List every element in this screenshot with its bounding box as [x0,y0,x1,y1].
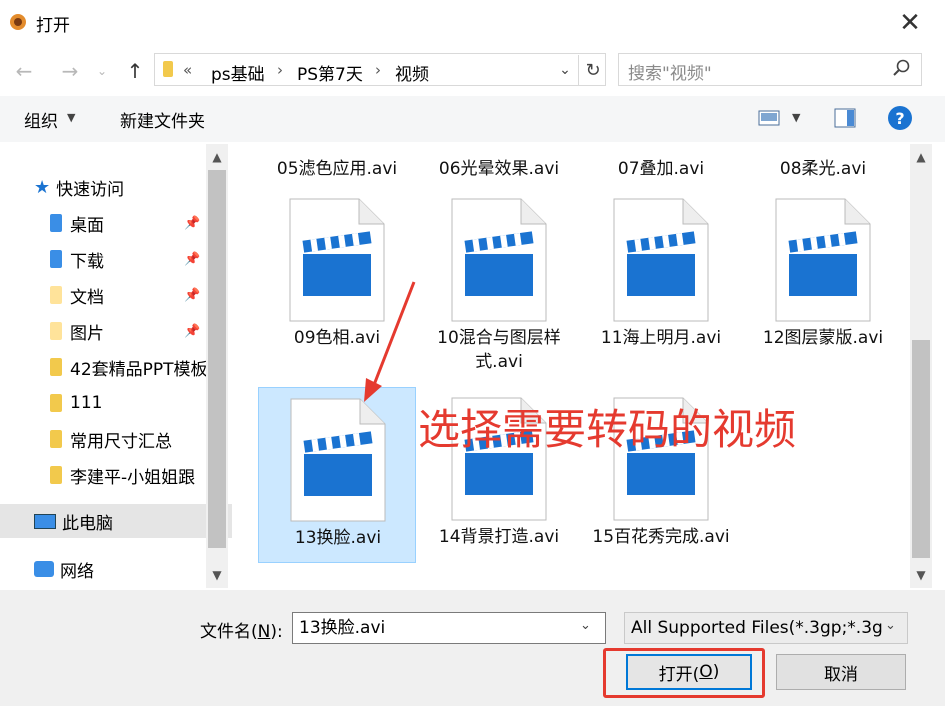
file-item[interactable]: 12图层蒙版.avi [744,188,902,364]
sidebar-scrollbar-thumb[interactable] [208,170,226,548]
annotation-arrow-icon [364,281,416,402]
window-title: 打开 [36,16,70,36]
close-button[interactable]: ✕ [892,8,928,38]
forward-button[interactable]: → [54,57,86,85]
button-text: ) [712,662,720,682]
folder-icon [50,430,62,448]
refresh-icon: ↻ [585,59,601,81]
pin-icon[interactable]: 📌 [184,288,200,303]
chevron-right-icon: › [375,61,381,79]
filename-label: 文件名(N): [200,617,283,642]
download-icon [50,250,62,268]
pictures-icon [50,322,62,340]
file-name: 11海上明月.avi [600,328,722,348]
breadcrumb-item[interactable]: ps基础 [211,60,265,85]
scroll-down-button[interactable]: ▼ [206,562,228,588]
open-button[interactable]: 打开(O) [626,654,752,690]
refresh-button[interactable]: ↻ [578,55,607,85]
label-text: ): [270,622,283,642]
breadcrumb-item[interactable]: PS第7天 [297,60,363,85]
address-bar[interactable]: « ps基础 › PS第7天 › 视频 [154,53,606,86]
arrow-right-icon: → [61,59,79,83]
organize-menu[interactable]: 组织 [24,107,58,132]
address-dropdown-button[interactable]: ⌄ [554,56,576,84]
network-icon [34,561,54,577]
preview-pane-icon[interactable] [834,108,856,128]
cancel-button[interactable]: 取消 [776,654,906,690]
caret-down-icon[interactable]: ▼ [792,111,800,124]
desktop-icon [50,214,62,232]
sidebar-item-network[interactable]: 网络 [0,552,238,586]
file-item-selected[interactable]: 13换脸.avi [258,387,416,563]
folder-icon [50,394,62,412]
folder-icon [50,358,62,376]
sidebar-item-this-pc[interactable]: 此电脑 [0,504,238,538]
breadcrumb-item[interactable]: 视频 [395,60,429,85]
search-placeholder: 搜索"视频" [628,64,712,84]
chevron-down-icon: ▼ [212,568,222,582]
file-item[interactable]: 10混合与图层样式.avi [420,188,578,372]
chevron-down-icon: ⌄ [559,62,571,78]
chevron-down-icon[interactable]: ⌄ [885,618,896,633]
file-name: 15百花秀完成.avi [592,527,730,547]
star-icon: ★ [34,176,51,198]
file-name[interactable]: 05滤色应用.avi [258,154,416,179]
view-options-icon[interactable] [758,110,780,126]
arrow-up-icon: ↑ [126,59,144,83]
video-file-icon [290,398,386,522]
label-text: 文件名( [200,622,258,642]
file-type-select[interactable]: All Supported Files(*.3gp;*.3g [624,612,908,644]
file-name: 14背景打造.avi [438,527,560,547]
documents-icon [50,286,62,304]
filename-input[interactable]: 13换脸.avi [292,612,606,644]
scroll-up-button[interactable]: ▲ [910,144,932,170]
annotation-text: 选择需要转码的视频 [418,405,797,454]
close-icon: ✕ [899,8,921,38]
help-icon[interactable]: ? [888,106,912,130]
chevron-right-icon: › [277,61,283,79]
file-item[interactable]: 11海上明月.avi [582,188,740,364]
pin-icon[interactable]: 📌 [184,252,200,267]
scroll-up-button[interactable]: ▲ [206,144,228,170]
chevron-down-icon[interactable]: ⌄ [580,618,591,633]
chevron-up-icon: ▲ [916,150,926,164]
file-list: 05滤色应用.avi 06光晕效果.avi 07叠加.avi 08柔光.avi … [232,144,910,588]
video-file-icon [451,198,547,322]
up-button[interactable]: ↑ [120,57,150,85]
title-bar [0,0,945,44]
video-file-icon [613,198,709,322]
pin-icon[interactable]: 📌 [184,324,200,339]
chevron-down-icon: ▼ [916,568,926,582]
computer-icon [34,513,56,529]
file-name[interactable]: 07叠加.avi [582,154,740,179]
file-list-scrollbar-thumb[interactable] [912,340,930,558]
file-name: 10混合与图层样式.avi [437,328,561,372]
folder-icon [163,61,173,77]
scroll-down-button[interactable]: ▼ [910,562,932,588]
overflow-indicator[interactable]: « [183,61,192,79]
sidebar-item-quick-access[interactable]: ★ 快速访问 [0,170,238,204]
file-name: 13换脸.avi [294,528,382,548]
button-text: 打开( [658,664,700,685]
back-button[interactable]: ← [8,57,40,85]
arrow-left-icon: ← [15,59,33,83]
file-name[interactable]: 08柔光.avi [744,154,902,179]
caret-down-icon: ▼ [67,111,76,124]
file-name: 12图层蒙版.avi [762,328,884,348]
navigation-pane: ★ 快速访问 桌面 📌 下载 📌 文档 📌 图片 📌 42套精品PPT模板 11… [0,144,238,588]
app-icon [10,14,26,30]
chevron-down-icon: ⌄ [96,64,108,78]
pin-icon[interactable]: 📌 [184,216,200,231]
new-folder-button[interactable]: 新建文件夹 [120,107,205,132]
chevron-up-icon: ▲ [212,150,222,164]
access-key: N [257,622,271,642]
recent-locations-button[interactable]: ⌄ [92,57,112,85]
file-name[interactable]: 06光晕效果.avi [420,154,578,179]
access-key: O [699,662,713,682]
folder-icon [50,466,62,484]
video-file-icon [775,198,871,322]
search-icon[interactable] [890,58,912,80]
